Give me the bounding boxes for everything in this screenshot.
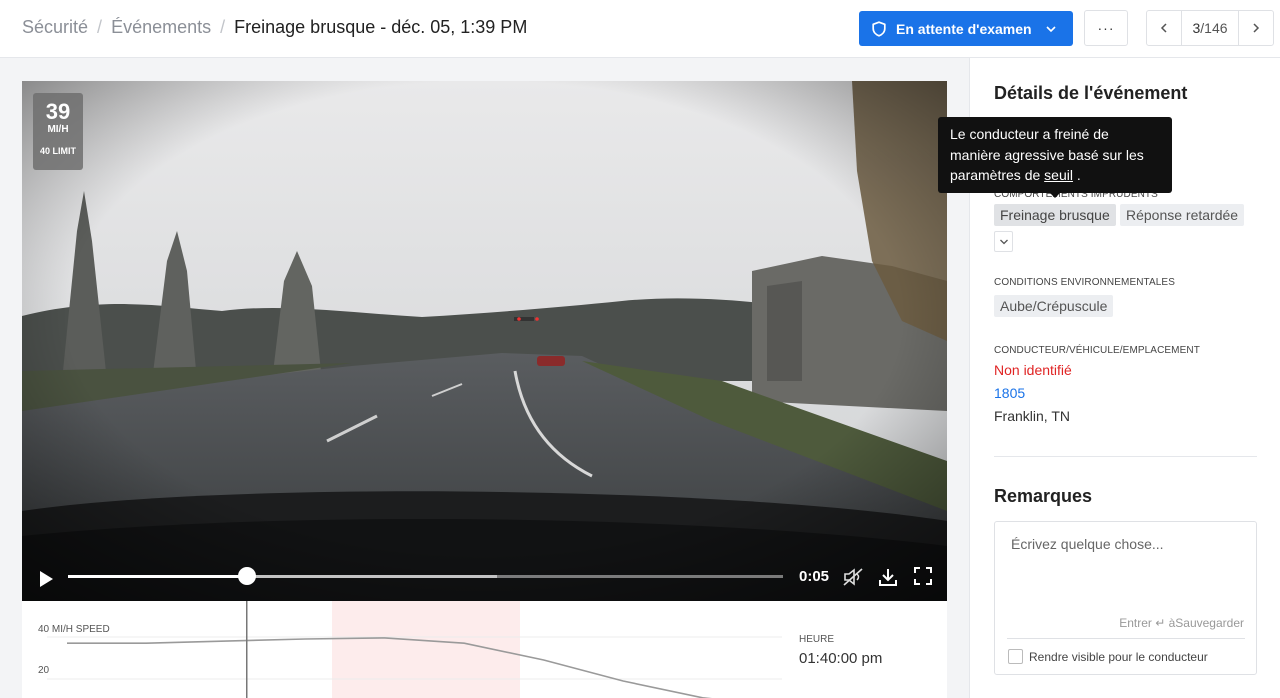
breadcrumb-evenements[interactable]: Événements — [111, 17, 211, 38]
video-progress-bar[interactable] — [68, 575, 783, 578]
chevron-down-icon — [1046, 25, 1056, 32]
breadcrumb-securite[interactable]: Sécurité — [22, 17, 88, 38]
breadcrumb-separator: / — [220, 17, 226, 37]
download-icon[interactable] — [878, 567, 898, 587]
mute-icon[interactable] — [842, 567, 864, 587]
driver-visible-checkbox[interactable] — [1008, 649, 1023, 664]
chevron-right-icon — [1253, 23, 1260, 33]
environment-label: CONDITIONS ENVIRONNEMENTALES — [994, 277, 1175, 288]
breadcrumb: Sécurité / Événements / Freinage brusque… — [22, 17, 527, 38]
video-controls: 0:05 — [22, 561, 947, 601]
time-value: 01:40:00 pm — [799, 650, 883, 667]
driver-vehicle-location-label: CONDUCTEUR/VÉHICULE/EMPLACEMENT — [994, 345, 1200, 356]
speed-limit: 40 LIMIT — [39, 146, 76, 156]
speed-line — [67, 637, 713, 698]
fullscreen-icon[interactable] — [914, 567, 932, 585]
media-area: 39 MI/H 40 LIMIT 0:05 40 MI/H SPEED 20 H… — [0, 58, 970, 698]
video-scrubber-handle[interactable] — [237, 567, 256, 585]
play-icon[interactable] — [38, 570, 54, 588]
current-speed: 39 — [45, 99, 71, 124]
breadcrumb-separator: / — [97, 17, 103, 37]
review-status-label: En attente d'examen — [896, 20, 1032, 37]
dashcam-video[interactable]: 39 MI/H 40 LIMIT 0:05 — [22, 81, 947, 601]
review-status-dropdown[interactable]: En attente d'examen — [859, 11, 1073, 46]
remarks-divider — [1007, 638, 1245, 639]
shield-icon — [872, 20, 886, 37]
tooltip-arrow — [1049, 192, 1061, 198]
top-header: Sécurité / Événements / Freinage brusque… — [0, 0, 1280, 58]
save-hint: Entrer ↵ àSauvegarder — [1119, 616, 1244, 630]
behavior-tag-freinage-brusque[interactable]: Freinage brusque — [994, 204, 1116, 226]
video-time: 0:05 — [799, 568, 830, 585]
video-progress-fill — [68, 575, 247, 578]
pager-total: 146 — [1204, 20, 1228, 36]
speed-axis-label-mid: 20 — [38, 665, 50, 676]
driver-value[interactable]: Non identifié — [994, 362, 1072, 378]
expand-behaviors-button[interactable] — [994, 231, 1013, 252]
previous-event-button[interactable] — [1147, 11, 1181, 45]
page-title: Freinage brusque - déc. 05, 1:39 PM — [234, 17, 528, 37]
section-divider — [994, 456, 1257, 457]
tooltip-text-end: . — [1072, 167, 1081, 183]
behavior-tag-reponse-retardee[interactable]: Réponse retardée — [1120, 204, 1245, 226]
speed-chart: 40 MI/H SPEED 20 HEURE 01:40:00 pm — [22, 601, 947, 698]
dashcam-frame — [22, 81, 947, 601]
location-value: Franklin, TN — [994, 408, 1070, 424]
speed-unit: MI/H — [47, 124, 69, 135]
remarks-title: Remarques — [994, 486, 1093, 506]
behavior-tooltip: Le conducteur a freiné de manière agress… — [938, 117, 1172, 193]
environment-tag-aube-crepuscule[interactable]: Aube/Crépuscule — [994, 295, 1114, 317]
time-label: HEURE — [799, 634, 835, 645]
speed-overlay: 39 MI/H 40 LIMIT — [33, 93, 83, 170]
chevron-left-icon — [1160, 23, 1167, 33]
more-options-button[interactable]: ··· — [1084, 10, 1128, 46]
event-pager: 3/146 — [1146, 10, 1274, 46]
next-event-button[interactable] — [1239, 11, 1273, 45]
pager-count: 3/146 — [1181, 11, 1239, 45]
remarks-input[interactable]: Écrivez quelque chose... — [1011, 536, 1164, 552]
vehicle-link[interactable]: 1805 — [994, 385, 1025, 401]
remarks-box: Écrivez quelque chose... Entrer ↵ àSauve… — [994, 521, 1257, 675]
details-title: Détails de l'événement — [994, 83, 1188, 103]
speed-axis-label-top: 40 MI/H SPEED — [38, 624, 110, 635]
driver-visible-label[interactable]: Rendre visible pour le conducteur — [1029, 650, 1208, 664]
chevron-down-icon — [999, 239, 1008, 244]
threshold-link[interactable]: seuil — [1044, 167, 1073, 183]
